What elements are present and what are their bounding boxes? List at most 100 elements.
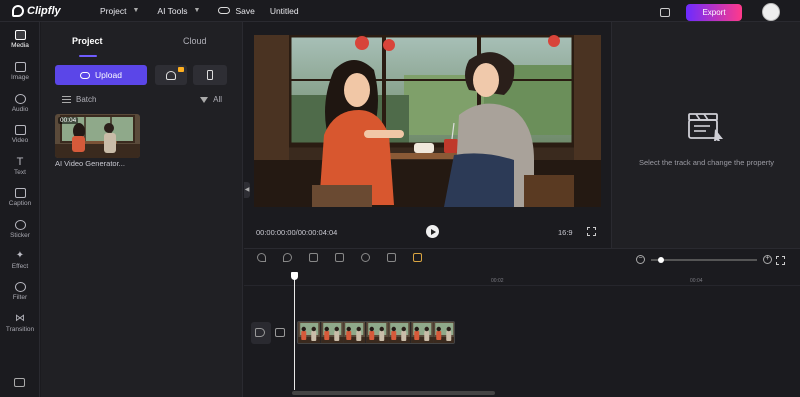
media-asset-thumbnail[interactable]: 00:04 (55, 114, 140, 158)
ai-tool-icon[interactable] (413, 253, 422, 262)
clip-frame (298, 322, 321, 343)
upload-label: Upload (95, 70, 122, 80)
rail-item-label: Audio (11, 106, 29, 113)
clip-frame (365, 322, 389, 343)
ai-tools-menu[interactable]: AI Tools ▼ (157, 6, 200, 16)
rail-item-sticker[interactable]: Sticker (0, 220, 40, 239)
filter-dropdown[interactable]: All (200, 95, 222, 104)
app-logo[interactable]: Clipfly (12, 4, 88, 17)
asset-duration: 00:04 (58, 117, 79, 124)
tab-cloud[interactable]: Cloud (183, 36, 207, 46)
ruler-mark: 00:02 (491, 278, 504, 284)
ruler-mark: 00:04 (690, 278, 703, 284)
rail-item-label: Filter (12, 294, 28, 301)
clipfly-logo-icon (12, 4, 24, 17)
batch-button[interactable]: Batch (62, 95, 96, 104)
rail-item-media[interactable]: Media (0, 30, 40, 49)
rail-item-label: Caption (8, 200, 32, 207)
upload-button[interactable]: Upload (55, 65, 147, 85)
timeline-toolbar (257, 253, 439, 262)
clip-frame (388, 322, 411, 343)
timeline-scrollbar[interactable] (292, 391, 495, 395)
filter-label: All (213, 95, 222, 104)
rail-item-video[interactable]: Video (0, 125, 40, 144)
export-button[interactable]: Export (686, 3, 742, 21)
mute-track-icon[interactable] (255, 328, 265, 337)
timeline-zoom: − + (636, 255, 772, 264)
properties-empty-text: Select the track and change the property (638, 158, 775, 167)
clip-frame (433, 322, 454, 343)
clip-frame (343, 322, 366, 343)
phone-icon (207, 70, 213, 80)
playhead[interactable] (294, 273, 295, 390)
avatar[interactable] (762, 3, 780, 21)
undo-icon[interactable] (257, 253, 266, 262)
media-icon (14, 30, 26, 40)
text-icon: T (16, 156, 24, 168)
rail-item-caption[interactable]: Caption (0, 188, 40, 207)
redo-icon[interactable] (283, 253, 292, 262)
keyboard-shortcuts-icon[interactable] (14, 378, 25, 387)
tab-project[interactable]: Project (72, 36, 103, 46)
sticker-icon (14, 220, 26, 230)
zoom-slider[interactable] (651, 256, 757, 263)
batch-label: Batch (76, 95, 97, 104)
clip-frame (410, 322, 434, 343)
clip-frame (320, 322, 344, 343)
rail-item-label: Image (10, 74, 30, 81)
save-button[interactable]: Save (218, 5, 255, 16)
person-download-icon (166, 70, 176, 80)
aspect-ratio-selector[interactable]: 16:9 (558, 228, 573, 237)
fullscreen-icon[interactable] (587, 227, 596, 236)
caption-icon (14, 188, 26, 198)
shopping-bag-icon[interactable] (660, 7, 670, 17)
media-panel: Project Cloud Upload Batch All 00:04 AI … (41, 22, 243, 397)
filter-icon (200, 96, 209, 103)
zoom-slider-handle[interactable] (658, 256, 664, 263)
rail-item-audio[interactable]: Audio (0, 94, 40, 113)
import-from-link-button[interactable] (155, 65, 187, 85)
playhead-handle[interactable] (291, 272, 298, 280)
play-button[interactable] (426, 225, 439, 238)
top-bar: Clipfly Project ▼ AI Tools ▼ Save Untitl… (0, 0, 800, 22)
document-title[interactable]: Untitled (270, 6, 299, 16)
rail-item-effect[interactable]: ✦ Effect (0, 250, 40, 271)
collapse-panel-handle[interactable]: ◀ (244, 182, 250, 198)
rail-item-image[interactable]: Image (0, 62, 40, 81)
effect-icon: ✦ (15, 250, 25, 261)
tab-indicator (79, 55, 97, 57)
fit-timeline-icon[interactable] (776, 256, 785, 265)
save-label: Save (235, 5, 255, 16)
video-clip[interactable] (297, 321, 455, 344)
cloud-upload-icon (80, 71, 91, 79)
rail-item-text[interactable]: T Text (0, 156, 40, 177)
ai-tools-menu-label: AI Tools (157, 5, 188, 16)
rail-item-label: Media (11, 42, 29, 49)
rail-item-label: Effect (11, 263, 29, 270)
rail-item-transition[interactable]: ⋈ Transition (0, 314, 40, 334)
track-visibility-icon[interactable] (275, 328, 285, 337)
filter-icon (14, 282, 26, 292)
clapperboard-cursor-icon (688, 113, 723, 141)
timeline-ruler[interactable] (244, 285, 800, 286)
chevron-down-icon: ▼ (132, 7, 140, 14)
video-preview[interactable] (254, 35, 601, 207)
mobile-upload-button[interactable] (193, 65, 227, 85)
rail-item-filter[interactable]: Filter (0, 282, 40, 301)
chevron-down-icon: ▼ (193, 7, 201, 14)
audio-icon (14, 94, 26, 104)
zoom-out-icon[interactable]: − (636, 255, 645, 264)
project-menu[interactable]: Project ▼ (100, 6, 139, 16)
delete-icon[interactable] (387, 253, 396, 262)
cloud-icon (218, 7, 231, 14)
video-icon (14, 125, 26, 135)
playback-timecode: 00:00:00:00/00:00:04:04 (256, 228, 338, 237)
rail-item-label: Sticker (10, 232, 30, 239)
rail-item-label: Video (11, 137, 29, 144)
crop-icon[interactable] (361, 253, 370, 262)
image-icon (14, 62, 26, 72)
duplicate-icon[interactable] (335, 253, 344, 262)
properties-panel: Select the track and change the property (611, 22, 800, 248)
split-icon[interactable] (309, 253, 318, 262)
zoom-in-icon[interactable]: + (763, 255, 772, 264)
